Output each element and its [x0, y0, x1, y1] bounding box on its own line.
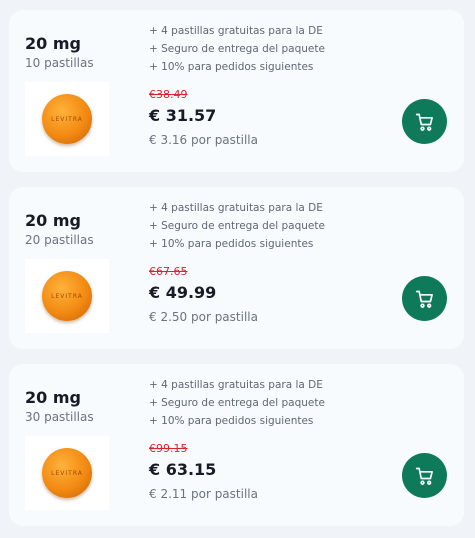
pill-image: LEVITRA: [42, 271, 92, 321]
add-to-cart-button[interactable]: [402, 453, 447, 498]
quantity-label: 30 pastillas: [25, 410, 94, 424]
pill-imprint: LEVITRA: [51, 292, 83, 300]
feature-list: + 4 pastillas gratuitas para la DE + Seg…: [149, 22, 325, 76]
shopping-cart-icon: [415, 290, 433, 308]
price-per-pill: € 2.11 por pastilla: [149, 487, 258, 501]
feature-item: + 10% para pedidos siguientes: [149, 415, 314, 427]
old-price: €99.15: [149, 442, 188, 455]
current-price: € 63.15: [149, 460, 217, 479]
old-price: €38.49: [149, 88, 188, 101]
feature-item: + 10% para pedidos siguientes: [149, 61, 314, 73]
product-card: 20 mg 30 pastillas LEVITRA + 4 pastillas…: [9, 364, 464, 526]
feature-list: + 4 pastillas gratuitas para la DE + Seg…: [149, 376, 325, 430]
feature-item: + 4 pastillas gratuitas para la DE: [149, 25, 323, 37]
dose-label: 20 mg: [25, 211, 81, 230]
feature-item: + Seguro de entrega del paquete: [149, 220, 325, 232]
current-price: € 31.57: [149, 106, 217, 125]
pill-image: LEVITRA: [42, 448, 92, 498]
quantity-label: 20 pastillas: [25, 233, 94, 247]
product-card: 20 mg 20 pastillas LEVITRA + 4 pastillas…: [9, 187, 464, 349]
add-to-cart-button[interactable]: [402, 276, 447, 321]
shopping-cart-icon: [415, 467, 433, 485]
feature-item: + 4 pastillas gratuitas para la DE: [149, 202, 323, 214]
product-card: 20 mg 10 pastillas LEVITRA + 4 pastillas…: [9, 10, 464, 172]
product-image: LEVITRA: [25, 82, 109, 156]
product-image: LEVITRA: [25, 259, 109, 333]
product-image: LEVITRA: [25, 436, 109, 510]
feature-item: + Seguro de entrega del paquete: [149, 397, 325, 409]
current-price: € 49.99: [149, 283, 217, 302]
pill-imprint: LEVITRA: [51, 469, 83, 477]
pill-image: LEVITRA: [42, 94, 92, 144]
dose-label: 20 mg: [25, 388, 81, 407]
add-to-cart-button[interactable]: [402, 99, 447, 144]
feature-item: + 10% para pedidos siguientes: [149, 238, 314, 250]
feature-item: + 4 pastillas gratuitas para la DE: [149, 379, 323, 391]
price-per-pill: € 2.50 por pastilla: [149, 310, 258, 324]
quantity-label: 10 pastillas: [25, 56, 94, 70]
feature-list: + 4 pastillas gratuitas para la DE + Seg…: [149, 199, 325, 253]
old-price: €67.65: [149, 265, 188, 278]
price-per-pill: € 3.16 por pastilla: [149, 133, 258, 147]
shopping-cart-icon: [415, 113, 433, 131]
pill-imprint: LEVITRA: [51, 115, 83, 123]
dose-label: 20 mg: [25, 34, 81, 53]
feature-item: + Seguro de entrega del paquete: [149, 43, 325, 55]
